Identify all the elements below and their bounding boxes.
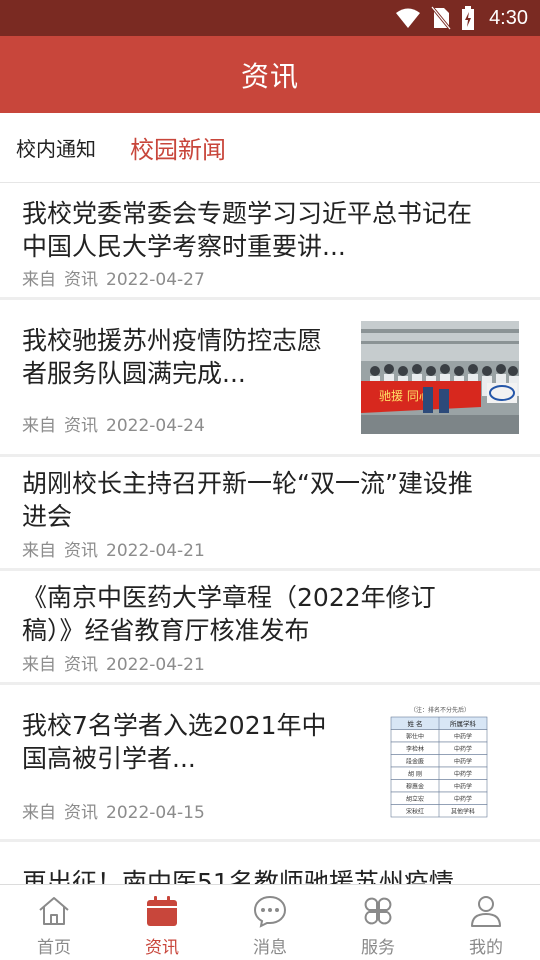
list-item[interactable]: 胡刚校长主持召开新一轮“双一流”建设推 进会 来自 资讯 2022-04-21 xyxy=(0,457,540,571)
table-cell: 中药学 xyxy=(454,795,472,803)
tabbar-label: 我的 xyxy=(469,938,503,958)
table-cell: 段金廒 xyxy=(406,758,424,766)
news-meta: 来自 资讯 2022-04-27 xyxy=(22,265,213,290)
tab-campus-news[interactable]: 校园新闻 xyxy=(130,130,226,165)
table-cell: 李检林 xyxy=(406,745,424,753)
news-source-prefix: 来自 xyxy=(22,803,56,823)
news-title-line: 再出征！南中医51名教师驰援苏州疫情 xyxy=(22,868,454,884)
clover-icon xyxy=(364,897,392,925)
table-header-cell: 姓 名 xyxy=(407,719,422,728)
table-cell: 中药学 xyxy=(454,758,472,766)
table-cell: 宋秋红 xyxy=(406,808,424,816)
news-source: 资讯 xyxy=(64,541,98,561)
tabbar-home[interactable]: 首页 xyxy=(0,885,108,960)
news-meta: 来自 资讯 2022-04-24 xyxy=(22,411,213,436)
page-title: 资讯 xyxy=(240,59,299,93)
table-cell: 其他学科 xyxy=(451,808,475,816)
calendar-icon xyxy=(147,896,177,926)
status-time: 4:30 xyxy=(489,6,528,29)
chat-icon xyxy=(253,895,287,928)
table-cell: 中药学 xyxy=(454,770,472,778)
no-sim-icon xyxy=(431,6,452,30)
home-icon xyxy=(39,897,69,925)
list-item[interactable]: 我校党委常委会专题学习习近平总书记在 中国人民大学考察时重要讲... 来自 资讯 2… xyxy=(0,184,540,300)
news-thumbnail-scholars: （注：排名不分先后） 姓 名所属学科 郭仕中 中药学 李检林 中药学 段金廒 中药学胡 刚中… xyxy=(361,703,519,820)
tabbar-profile[interactable]: 我的 xyxy=(432,885,540,960)
news-title-line: 中国人民大学考察时重要讲... xyxy=(22,232,346,261)
scholar-list-table: （注：排名不分先后） 姓 名所属学科郭仕中 中药学李检林 中药学段金廒 中药学胡 刚中… xyxy=(390,706,488,818)
news-title: 再出征！南中医51名教师驰援苏州疫情 xyxy=(22,866,454,884)
news-date: 2022-04-24 xyxy=(106,416,205,436)
person-icon xyxy=(471,896,501,927)
news-title-line: 进会 xyxy=(22,502,73,531)
status-icons: 4:30 xyxy=(395,0,528,36)
table-header-cell: 所属学科 xyxy=(450,719,477,728)
news-meta: 来自 资讯 2022-04-21 xyxy=(22,650,213,675)
table-cell: 胡 刚 xyxy=(408,770,422,778)
news-title: 我校7名学者入选2021年中 国高被引学者... xyxy=(22,709,327,775)
news-date: 2022-04-15 xyxy=(106,803,205,823)
news-title-line: 胡刚校长主持召开新一轮“双一流”建设推 xyxy=(22,469,473,498)
app-header: 资讯 xyxy=(0,36,540,113)
news-source: 资讯 xyxy=(64,655,98,675)
battery-charging-icon xyxy=(462,6,475,30)
news-date: 2022-04-21 xyxy=(106,655,205,675)
tabbar-label: 首页 xyxy=(37,938,71,958)
news-source-prefix: 来自 xyxy=(22,655,56,675)
news-title-line: 《南京中医药大学章程（2022年修订 xyxy=(22,583,436,612)
news-date: 2022-04-21 xyxy=(106,541,205,561)
news-source: 资讯 xyxy=(64,803,98,823)
news-meta: 来自 资讯 2022-04-21 xyxy=(22,536,213,561)
news-title: 《南京中医药大学章程（2022年修订 稿）》经省教育厅核准发布 xyxy=(22,581,436,647)
news-source-prefix: 来自 xyxy=(22,416,56,436)
list-item[interactable]: 我校7名学者入选2021年中 国高被引学者... 来自 资讯 2022-04-15 … xyxy=(0,685,540,842)
news-thumbnail-volunteers: 驰援 同心 xyxy=(361,321,519,434)
tabbar-services[interactable]: 服务 xyxy=(324,885,432,960)
table-cell: 郭仕中 xyxy=(406,733,424,741)
news-source-prefix: 来自 xyxy=(22,541,56,561)
news-title-line: 我校党委常委会专题学习习近平总书记在 xyxy=(22,199,473,228)
tab-campus-notice[interactable]: 校内通知 xyxy=(16,133,96,162)
bottom-tabbar: 首页 资讯 消息 服务 我的 xyxy=(0,884,540,960)
news-title-line: 我校7名学者入选2021年中 xyxy=(22,711,327,740)
status-bar: 4:30 xyxy=(0,0,540,36)
news-title-line: 者服务队圆满完成... xyxy=(22,359,246,388)
news-source-prefix: 来自 xyxy=(22,270,56,290)
list-item[interactable]: 《南京中医药大学章程（2022年修订 稿）》经省教育厅核准发布 来自 资讯 2022… xyxy=(0,571,540,685)
table-cell: 穆惠金 xyxy=(406,783,424,791)
tabbar-label: 消息 xyxy=(253,938,287,958)
table-cell: 中药学 xyxy=(454,745,472,753)
news-title: 我校党委常委会专题学习习近平总书记在 中国人民大学考察时重要讲... xyxy=(22,197,472,263)
news-date: 2022-04-27 xyxy=(106,270,205,290)
list-item[interactable]: 我校驰援苏州疫情防控志愿 者服务队圆满完成... 来自 资讯 2022-04-24 … xyxy=(0,300,540,457)
table-cell: 胡立宏 xyxy=(406,795,424,803)
wifi-icon xyxy=(396,8,421,28)
news-list[interactable]: 我校党委常委会专题学习习近平总书记在 中国人民大学考察时重要讲... 来自 资讯 2… xyxy=(0,184,540,884)
news-title: 胡刚校长主持召开新一轮“双一流”建设推 进会 xyxy=(22,467,473,533)
news-tabs: 校内通知 校园新闻 xyxy=(0,113,540,183)
tabbar-news[interactable]: 资讯 xyxy=(108,885,216,960)
news-title-line: 稿）》经省教育厅核准发布 xyxy=(22,616,310,645)
news-meta: 来自 资讯 2022-04-15 xyxy=(22,798,213,823)
table-cell: 中药学 xyxy=(454,733,472,741)
news-title-line: 我校驰援苏州疫情防控志愿 xyxy=(22,326,323,355)
list-item[interactable]: 再出征！南中医51名教师驰援苏州疫情 xyxy=(0,842,540,884)
tabbar-messages[interactable]: 消息 xyxy=(216,885,324,960)
news-title: 我校驰援苏州疫情防控志愿 者服务队圆满完成... xyxy=(22,324,322,390)
table-caption: （注：排名不分先后） xyxy=(410,706,470,714)
news-source: 资讯 xyxy=(64,416,98,436)
group-photo: 驰援 同心 xyxy=(361,321,519,434)
tabbar-label: 服务 xyxy=(361,938,395,958)
tabbar-label: 资讯 xyxy=(145,938,179,958)
news-source: 资讯 xyxy=(64,270,98,290)
table-cell: 中药学 xyxy=(454,783,472,791)
news-title-line: 国高被引学者... xyxy=(22,744,196,773)
